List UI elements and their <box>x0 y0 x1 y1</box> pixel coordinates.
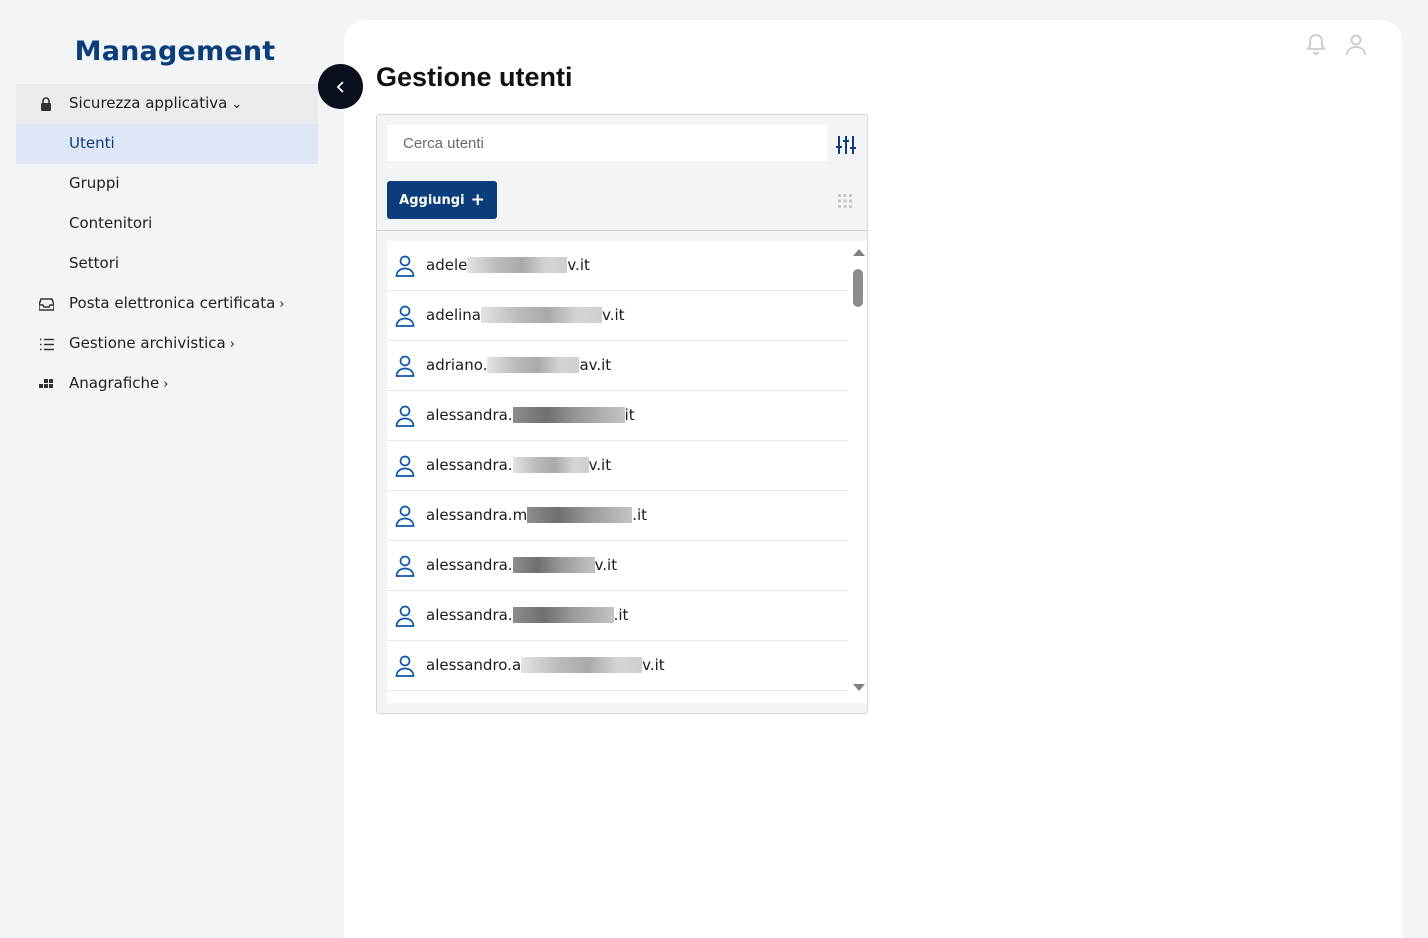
list-item[interactable]: adele v.it <box>387 241 848 291</box>
list-item[interactable]: alessandra. v.it <box>387 441 848 491</box>
user-icon <box>395 655 415 677</box>
email-suffix: v.it <box>567 256 590 274</box>
chevron-right-icon: › <box>279 297 285 312</box>
sidebar-item-label: Anagrafiche <box>69 374 160 392</box>
user-icon <box>395 605 415 627</box>
list-item[interactable]: adelina v.it <box>387 291 848 341</box>
user-icon <box>395 405 415 427</box>
email-suffix: av.it <box>579 356 612 374</box>
user-icon <box>395 505 415 527</box>
email-prefix: alessandra. <box>426 456 513 474</box>
sidebar-item-label: Gruppi <box>69 174 120 192</box>
redacted-block <box>467 257 568 273</box>
scroll-down-arrow-icon[interactable] <box>853 684 865 691</box>
user-icon <box>395 305 415 327</box>
sidebar-item-settori[interactable]: Settori <box>16 244 318 284</box>
sidebar-item-utenti[interactable]: Utenti <box>16 124 318 164</box>
sidebar-item-label: Settori <box>69 254 120 272</box>
sidebar-item-label: Contenitori <box>69 214 153 232</box>
email-prefix: alessandra. <box>426 606 513 624</box>
search-input[interactable] <box>387 125 827 161</box>
main-panel: Gestione utenti Aggiungi + adele v.it <box>344 20 1402 938</box>
chevron-right-icon: › <box>163 377 169 392</box>
scroll-thumb[interactable] <box>853 269 863 307</box>
list-item[interactable]: alessandra. it <box>387 391 848 441</box>
sidebar-item-label: Utenti <box>69 134 115 152</box>
sidebar-nav: Sicurezza applicativa ⌄ Utenti Gruppi Con… <box>16 84 318 404</box>
email-prefix: adele <box>426 256 468 274</box>
sidebar: Management Sicurezza applicativa ⌄ Utenti… <box>0 0 318 938</box>
sidebar-item-sicurezza-applicativa[interactable]: Sicurezza applicativa ⌄ <box>16 84 318 124</box>
email-prefix: adriano. <box>426 356 488 374</box>
email-prefix: alessandra.m <box>426 506 528 524</box>
sidebar-item-gruppi[interactable]: Gruppi <box>16 164 318 204</box>
user-profile-icon[interactable] <box>1344 32 1368 56</box>
redacted-block <box>512 407 625 423</box>
email-suffix: it <box>624 406 635 424</box>
grid-view-icon[interactable] <box>837 193 853 209</box>
user-icon <box>395 455 415 477</box>
list-item[interactable]: alessandro.a v.it <box>387 641 848 691</box>
email-suffix: .it <box>613 606 629 624</box>
collapse-sidebar-button[interactable] <box>318 64 363 109</box>
redacted-block <box>527 507 633 523</box>
users-list: adele v.it adelina v.it adriano. av.it ales… <box>387 241 867 703</box>
email-suffix: .it <box>632 506 648 524</box>
user-icon <box>395 555 415 577</box>
sidebar-item-anagrafiche[interactable]: Anagrafiche › <box>16 364 318 404</box>
list-item[interactable]: alessandra. .it <box>387 591 848 641</box>
top-icons <box>1304 32 1368 56</box>
list-item[interactable]: alessandra. v.it <box>387 541 848 591</box>
users-card: Aggiungi + adele v.it adelina v.it <box>376 114 868 714</box>
chevron-down-icon: ⌄ <box>231 97 243 112</box>
scroll-up-arrow-icon[interactable] <box>853 249 865 256</box>
email-suffix: v.it <box>588 456 612 474</box>
users-list-items: adele v.it adelina v.it adriano. av.it ales… <box>387 241 848 691</box>
email-prefix: adelina <box>426 306 481 324</box>
user-icon <box>395 255 415 277</box>
lock-icon <box>38 96 54 112</box>
app-title: Management <box>74 36 276 67</box>
bell-icon[interactable] <box>1304 32 1328 56</box>
redacted-block <box>521 657 643 673</box>
list-item[interactable]: alessandra.m .it <box>387 491 848 541</box>
add-user-button[interactable]: Aggiungi + <box>387 181 497 219</box>
redacted-block <box>512 607 614 623</box>
divider <box>377 230 867 231</box>
list-scrollbar[interactable] <box>849 241 867 703</box>
add-button-label: Aggiungi <box>399 192 465 208</box>
email-prefix: alessandra. <box>426 556 513 574</box>
redacted-block <box>480 307 602 323</box>
email-suffix: v.it <box>594 556 618 574</box>
email-prefix: alessandro.a <box>426 656 522 674</box>
list-icon <box>38 336 54 352</box>
page-title: Gestione utenti <box>376 62 573 92</box>
list-item[interactable]: adriano. av.it <box>387 341 848 391</box>
redacted-block <box>512 457 589 473</box>
email-suffix: v.it <box>601 306 625 324</box>
inbox-icon <box>38 296 54 312</box>
user-icon <box>395 355 415 377</box>
sidebar-item-posta-elettronica-certificata[interactable]: Posta elettronica certificata › <box>16 284 318 324</box>
sidebar-item-contenitori[interactable]: Contenitori <box>16 204 318 244</box>
redacted-block <box>487 357 580 373</box>
filter-sliders-icon[interactable] <box>835 134 857 156</box>
redacted-block <box>512 557 595 573</box>
sidebar-item-label: Gestione archivistica <box>69 334 226 352</box>
plus-icon: + <box>470 189 485 210</box>
email-suffix: v.it <box>642 656 665 674</box>
chevron-right-icon: › <box>229 337 235 352</box>
chevron-left-icon <box>336 80 344 93</box>
sidebar-item-label: Posta elettronica certificata <box>69 294 276 312</box>
sidebar-item-label: Sicurezza applicativa <box>69 94 228 112</box>
widgets-icon <box>38 376 54 392</box>
sidebar-item-gestione-archivistica[interactable]: Gestione archivistica › <box>16 324 318 364</box>
email-prefix: alessandra. <box>426 406 513 424</box>
